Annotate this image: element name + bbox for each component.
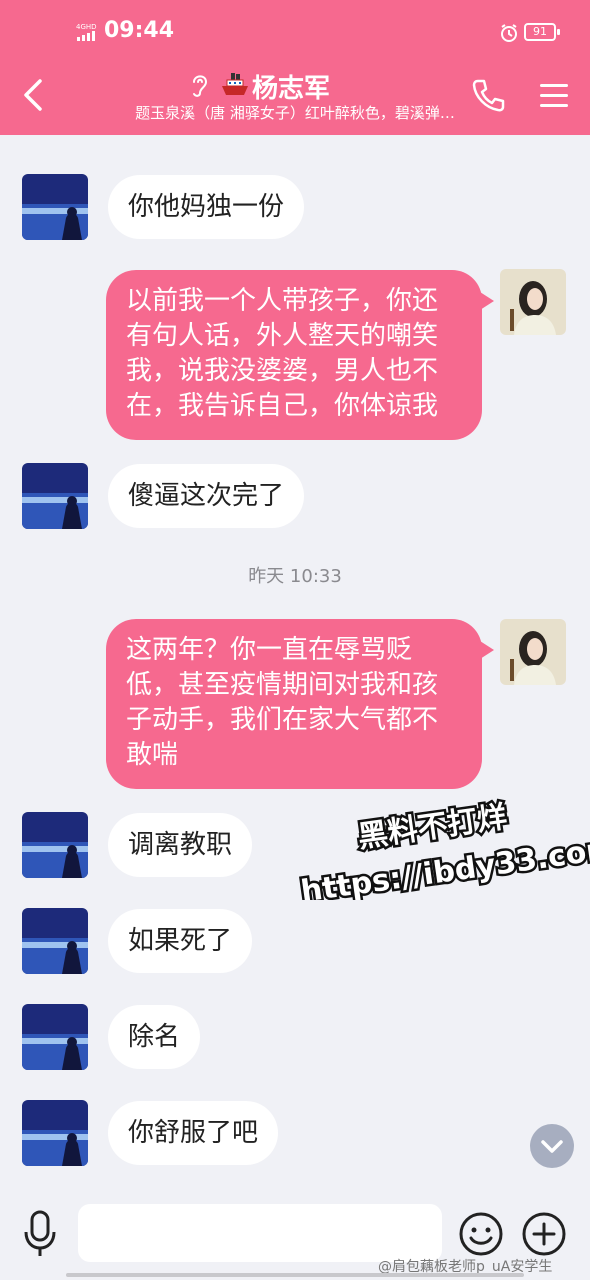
network-label: 4GHD: [76, 23, 97, 31]
message-list[interactable]: 你他妈独一份 以前我一个人带孩子，你还有句人话，外人整天的嘲笑我，说我没婆婆，男…: [0, 135, 590, 1192]
contact-avatar[interactable]: [22, 812, 88, 878]
message-timestamp: 昨天 10:33: [248, 566, 342, 587]
emoji-icon[interactable]: [458, 1211, 504, 1257]
watermark: 黑料不打烊 https://ibdy33.com: [296, 797, 590, 900]
message-bubble-incoming[interactable]: 如果死了: [108, 909, 253, 973]
watermark-line1: 黑料不打烊: [356, 800, 509, 856]
status-time: 09:44: [104, 18, 175, 43]
avatar-image: [22, 908, 88, 974]
message-bubble-incoming[interactable]: 调离教职: [108, 813, 253, 877]
signal-icon: 4GHD: [76, 23, 97, 41]
message-bubble-incoming[interactable]: 你舒服了吧: [108, 1101, 279, 1165]
message-input[interactable]: [78, 1204, 442, 1262]
scroll-to-bottom-button[interactable]: [530, 1124, 574, 1168]
message-bubble-incoming[interactable]: 除名: [108, 1005, 201, 1069]
ship-icon: [222, 73, 248, 95]
chevron-down-icon: [541, 1140, 563, 1153]
my-avatar[interactable]: [500, 619, 566, 685]
ear-icon: [193, 75, 208, 97]
avatar-image: [22, 1100, 88, 1166]
message-bubble-incoming[interactable]: 你他妈独一份: [108, 175, 305, 239]
status-bar: 4GHD 09:44 91: [0, 0, 590, 64]
contact-avatar[interactable]: [22, 1004, 88, 1070]
contact-avatar[interactable]: [22, 463, 88, 529]
contact-avatar[interactable]: [22, 174, 88, 240]
avatar-image: [22, 463, 88, 529]
message-bubble-incoming[interactable]: 傻逼这次完了: [108, 464, 305, 528]
message-bubble-outgoing[interactable]: 以前我一个人带孩子，你还有句人话，外人整天的嘲笑我，说我没婆婆，男人也不在，我告…: [106, 270, 494, 440]
home-indicator: [66, 1273, 524, 1277]
avatar-image: [22, 174, 88, 240]
menu-icon[interactable]: [538, 80, 570, 110]
avatar-image: [22, 812, 88, 878]
contact-avatar[interactable]: [22, 908, 88, 974]
avatar-image: [500, 269, 566, 335]
chat-header: 4GHD 09:44 91 杨志军 题玉泉溪（唐 湘驿女子）红叶醉秋色，碧溪弹…: [0, 0, 590, 135]
plus-icon[interactable]: [521, 1211, 567, 1257]
my-avatar[interactable]: [500, 269, 566, 335]
battery-indicator: 91: [524, 23, 560, 41]
contact-avatar[interactable]: [22, 1100, 88, 1166]
avatar-image: [500, 619, 566, 685]
mic-icon[interactable]: [22, 1210, 58, 1258]
avatar-image: [22, 1004, 88, 1070]
contact-name[interactable]: 杨志军: [252, 68, 330, 105]
phone-icon[interactable]: [470, 78, 506, 112]
alarm-icon: [501, 24, 517, 42]
message-bubble-outgoing[interactable]: 这两年？你一直在辱骂贬低，甚至疫情期间对我和孩子动手，我们在家大气都不敢喘: [106, 619, 494, 789]
